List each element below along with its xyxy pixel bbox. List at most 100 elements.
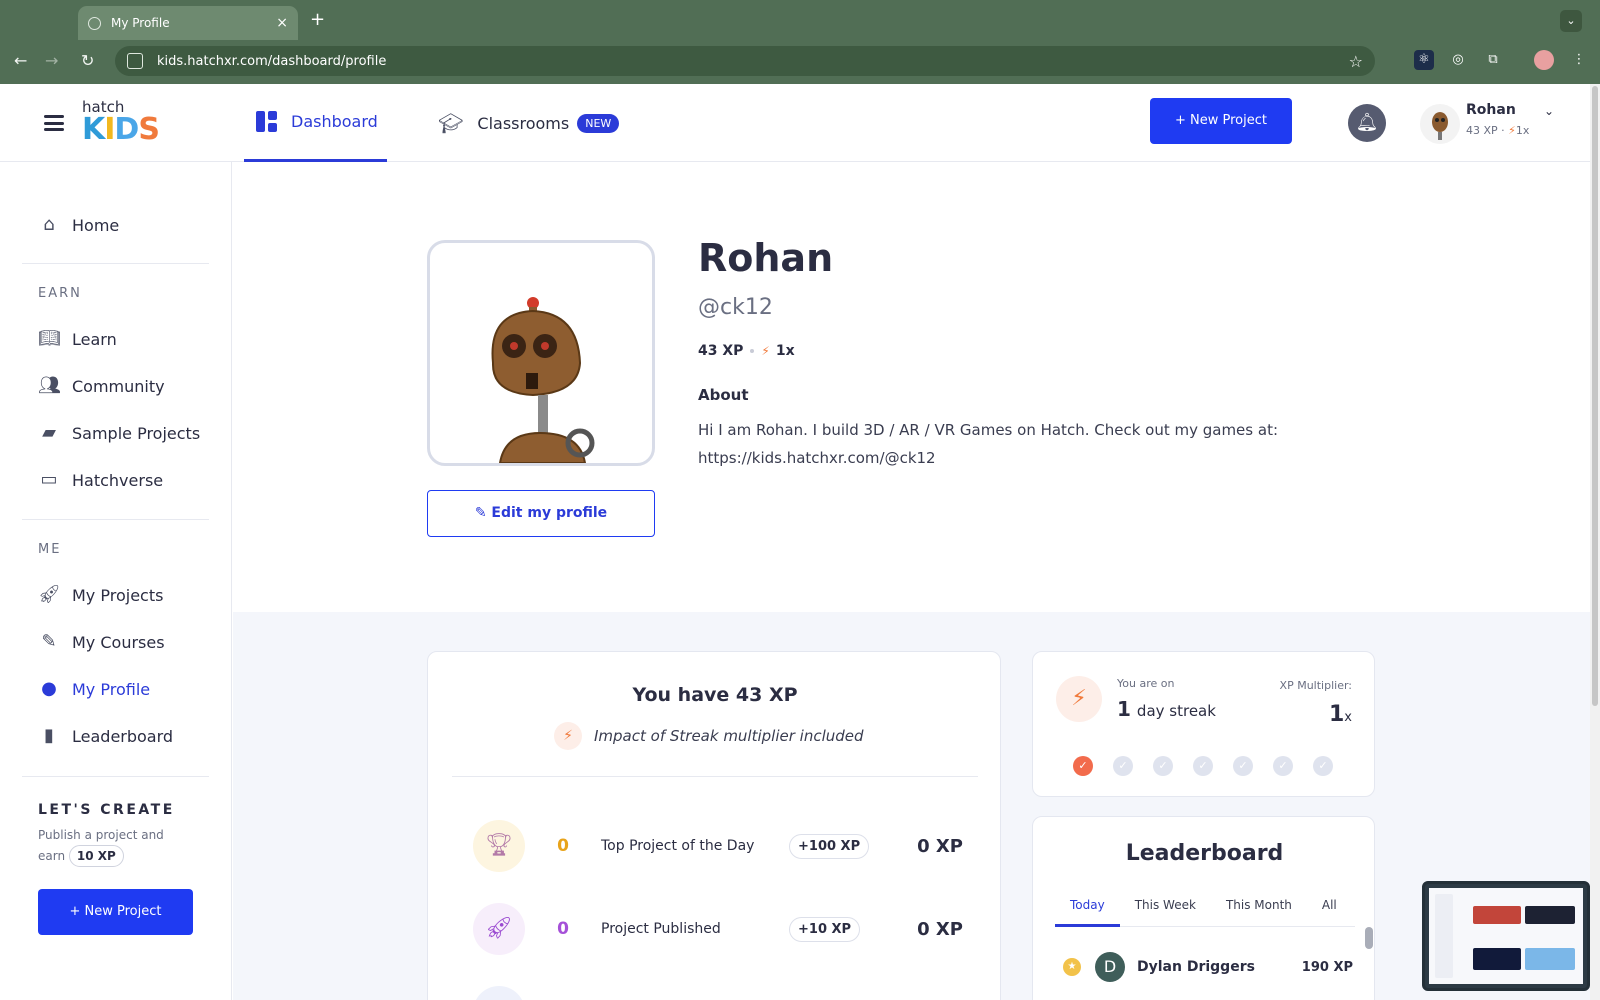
extension-target-icon[interactable]: ◎ <box>1448 50 1468 70</box>
user-name[interactable]: Rohan <box>1466 102 1516 118</box>
tab-search-icon[interactable]: ⌄ <box>1560 10 1582 32</box>
extensions-puzzle-icon[interactable]: ⧉ <box>1483 50 1503 70</box>
vr-headset-icon: ▭ <box>40 469 58 490</box>
leaderboard-row[interactable]: ★ D Dylan Driggers 190 XP <box>1063 952 1353 982</box>
profile-handle: @ck12 <box>698 295 773 320</box>
xp-row-count: 0 <box>557 919 569 939</box>
profile-name: Rohan <box>698 236 834 280</box>
streak-day-check-icon: ✓ <box>1153 756 1173 776</box>
chevron-down-icon[interactable]: ⌄ <box>1544 104 1554 118</box>
new-tab-button[interactable]: + <box>310 9 325 30</box>
sidebar-item-learn[interactable]: 📖︎ Learn <box>38 328 117 350</box>
edit-profile-button[interactable]: ✎ Edit my profile <box>427 490 655 537</box>
dashboard-icon <box>256 111 277 132</box>
bell-icon[interactable]: 🔔︎ <box>1348 104 1386 142</box>
sidebar-item-sample-projects[interactable]: ▰ Sample Projects <box>38 422 200 444</box>
streak-day-check-icon: ✓ <box>1273 756 1293 776</box>
user-avatar[interactable] <box>1420 104 1460 144</box>
xp-subtitle: ⚡︎ Impact of Streak multiplier included <box>554 722 864 750</box>
close-tab-icon[interactable]: × <box>276 15 288 31</box>
sidebar-item-home[interactable]: ⌂ Home <box>38 214 119 236</box>
avatar: D <box>1095 952 1125 982</box>
streak-day-check-icon: ✓ <box>1073 756 1093 776</box>
sidebar-label: Home <box>72 215 120 235</box>
divider <box>22 776 209 777</box>
divider <box>22 519 209 520</box>
sidebar-label: My Profile <box>72 679 151 699</box>
sidebar: ⌂ Home EARN 📖︎ Learn 👥︎ Community ▰ Sample P… <box>0 162 232 1000</box>
hatch-kids-logo[interactable]: hatch KIDS <box>82 98 162 148</box>
xp-pill: 10 XP <box>68 845 124 867</box>
bookmark-star-icon[interactable]: ☆ <box>1349 52 1363 71</box>
tab-all[interactable]: All <box>1307 897 1352 927</box>
streak-card: ⚡︎ You are on 1 day streak XP Multiplier:… <box>1032 651 1375 797</box>
xp-row-award: +10 XP <box>789 916 861 942</box>
lets-create-heading: LET'S CREATE <box>38 802 175 818</box>
back-icon[interactable]: ← <box>14 51 27 70</box>
about-text: Hi I am Rohan. I build 3D / AR / VR Game… <box>698 421 1278 467</box>
profile-avatar <box>427 240 655 466</box>
sidebar-label: Sample Projects <box>72 423 201 443</box>
leaderboard-scrollbar[interactable] <box>1365 927 1373 949</box>
hamburger-menu-icon[interactable] <box>44 115 64 131</box>
reload-icon[interactable]: ↻ <box>81 51 94 70</box>
sidebar-item-my-courses[interactable]: ✎ My Courses <box>38 631 164 653</box>
globe-icon <box>88 16 101 30</box>
tab-this-month[interactable]: This Month <box>1211 897 1307 927</box>
xp-row-count: 0 <box>557 836 569 856</box>
tab-title: My Profile <box>111 16 170 30</box>
site-info-icon[interactable] <box>127 53 143 69</box>
browser-menu-icon[interactable]: ⋮ <box>1569 50 1589 70</box>
react-devtools-icon[interactable]: ⚛ <box>1414 50 1434 70</box>
user-xp-summary: 43 XP · ⚡︎1x <box>1466 124 1530 137</box>
new-project-button[interactable]: + New Project <box>1150 98 1292 144</box>
sidebar-label: Learn <box>72 329 117 349</box>
nav-classrooms[interactable]: 🎓︎ Classrooms NEW <box>438 84 620 162</box>
browser-tab[interactable]: My Profile × <box>78 6 298 40</box>
sidebar-new-project-button[interactable]: + New Project <box>38 889 193 935</box>
multiplier-value: 1x <box>1328 702 1352 727</box>
address-bar[interactable]: kids.hatchxr.com/dashboard/profile ☆ <box>115 46 1375 76</box>
me-heading: ME <box>38 542 62 557</box>
profile-multiplier: 1x <box>775 343 795 359</box>
xp-subtitle-text: Impact of Streak multiplier included <box>594 727 864 745</box>
forward-icon[interactable]: → <box>45 51 58 70</box>
leaderboard-name: Dylan Driggers <box>1137 959 1255 975</box>
sidebar-item-hatchverse[interactable]: ▭ Hatchverse <box>38 469 163 491</box>
earn-heading: EARN <box>38 286 82 301</box>
sidebar-item-my-profile[interactable]: ● My Profile <box>38 678 150 700</box>
page-scrollbar[interactable] <box>1590 84 1600 1000</box>
streak-days: 1 day streak <box>1117 697 1216 721</box>
streak-days-label: day streak <box>1136 702 1216 720</box>
folder-icon: ▰ <box>42 422 56 443</box>
profile-avatar-icon[interactable] <box>1534 50 1554 70</box>
xp-row-label: Top Project of the Day <box>601 838 755 854</box>
xp-title: You have 43 XP <box>632 684 798 706</box>
sidebar-label: Hatchverse <box>72 470 164 490</box>
rocket-icon: 🚀︎ <box>473 903 525 955</box>
xp-card: You have 43 XP ⚡︎ Impact of Streak multi… <box>427 651 1001 1000</box>
screen-preview-thumbnail[interactable] <box>1422 881 1590 991</box>
leaderboard-tabs: Today This Week This Month All <box>1055 897 1355 927</box>
sidebar-item-my-projects[interactable]: 🚀︎ My Projects <box>38 584 163 606</box>
streak-day-check-icon: ✓ <box>1313 756 1333 776</box>
streak-day-check-icon: ✓ <box>1193 756 1213 776</box>
sidebar-label: Community <box>72 376 165 396</box>
user-circle-icon: ● <box>41 678 57 699</box>
sidebar-item-leaderboard[interactable]: ▮ Leaderboard <box>38 725 173 747</box>
nav-dashboard[interactable]: Dashboard <box>244 84 387 162</box>
sidebar-item-community[interactable]: 👥︎ Community <box>38 375 165 397</box>
xp-row <box>473 985 973 1000</box>
new-badge: NEW <box>577 113 620 133</box>
logo-kids-text: KIDS <box>82 112 160 147</box>
graduation-cap-icon: 🎓︎ <box>438 111 464 135</box>
xp-row-earned: 0 XP <box>917 835 963 857</box>
streak-intro: You are on <box>1117 677 1175 690</box>
tab-today[interactable]: Today <box>1055 897 1120 927</box>
rocket-icon: 🚀︎ <box>38 584 61 605</box>
tab-this-week[interactable]: This Week <box>1120 897 1211 927</box>
bar-chart-icon: ▮ <box>44 725 54 746</box>
streak-day-check-icon: ✓ <box>1233 756 1253 776</box>
nav-dashboard-label: Dashboard <box>291 112 378 131</box>
bolt-icon: ⚡︎ <box>1056 676 1102 722</box>
